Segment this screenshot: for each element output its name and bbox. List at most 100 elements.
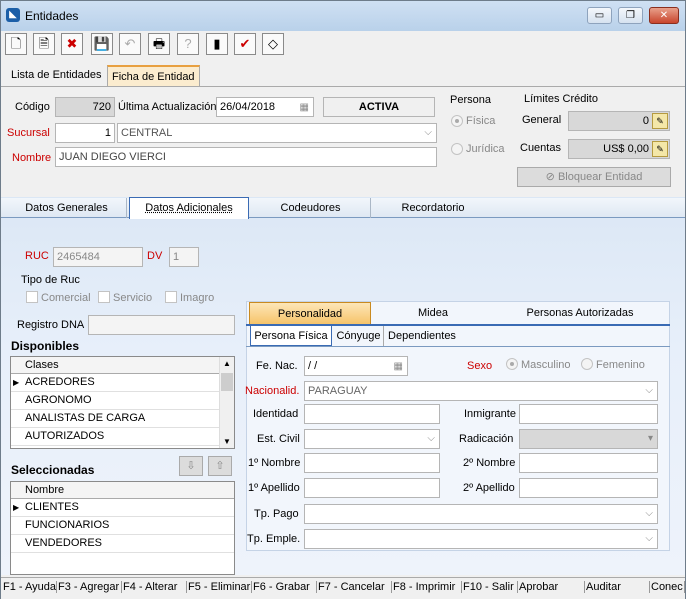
fkey-button[interactable]: F5 - Eliminar — [188, 581, 252, 593]
calendar-icon[interactable]: ▦ — [394, 358, 403, 375]
edit-cuentas-icon[interactable]: ✎ — [652, 141, 668, 157]
tab-recordatorio[interactable]: Recordatorio — [373, 198, 493, 218]
fkey-button[interactable]: F8 - Imprimir — [393, 581, 462, 593]
list-item[interactable]: ANALISTAS DE CARGA — [11, 410, 219, 428]
fkey-button[interactable]: F1 - Ayuda — [3, 581, 57, 593]
open-doc-icon[interactable]: 🗎 — [33, 33, 55, 55]
est-civil-select[interactable]: ⌵ — [304, 429, 440, 449]
list-item[interactable]: CLIENTES ▶ — [11, 499, 234, 517]
servicio-checkbox[interactable] — [98, 291, 110, 303]
window-title: Entidades — [25, 9, 79, 23]
dv-field[interactable]: 1 — [169, 247, 199, 267]
nombre2-field[interactable] — [519, 453, 658, 473]
fkey-button[interactable]: Aprobar — [519, 581, 585, 593]
tab-midea[interactable]: Midea — [373, 302, 493, 324]
apellido1-field[interactable] — [304, 478, 440, 498]
list-item[interactable]: AGRONOMO — [11, 392, 219, 410]
tab-conyuge[interactable]: Cónyuge — [334, 326, 384, 346]
nombre1-label: 1º Nombre — [248, 457, 301, 469]
fkey-button[interactable]: F4 - Alterar — [123, 581, 187, 593]
close-button[interactable]: ✕ — [649, 7, 679, 24]
remove-class-icon[interactable]: ⇩ — [179, 456, 203, 476]
fkey-button[interactable]: F3 - Agregar — [58, 581, 122, 593]
undo-icon[interactable]: ↶ — [119, 33, 141, 55]
fkey-button[interactable]: F6 - Grabar — [253, 581, 317, 593]
tab-codeudores[interactable]: Codeudores — [251, 198, 371, 218]
cuentas-field[interactable]: US$ 0,00 ✎ — [568, 139, 670, 159]
inmigrante-field[interactable] — [519, 404, 658, 424]
bloquear-entidad-button[interactable]: ⊘ Bloquear Entidad — [517, 167, 671, 187]
exit-icon[interactable]: ▮ — [206, 33, 228, 55]
check-icon[interactable]: ✔ — [234, 33, 256, 55]
scroll-up-icon[interactable]: ▲ — [223, 359, 231, 368]
juridica-label: Jurídica — [466, 143, 505, 155]
list-item-label: VENDEDORES — [25, 537, 103, 549]
grid-header-nombre[interactable]: Nombre — [11, 482, 234, 499]
nacionalidad-label: Nacionalid. — [245, 385, 300, 397]
add-class-icon[interactable]: ⇧ — [208, 456, 232, 476]
fe-nac-field[interactable]: / / ▦ — [304, 356, 408, 376]
tab-personalidad[interactable]: Personalidad — [249, 302, 371, 324]
limites-credito-label: Límites Crédito — [524, 93, 598, 105]
list-item[interactable]: ACREDORES ▶ — [11, 374, 219, 392]
nombre-field[interactable]: JUAN DIEGO VIERCI — [55, 147, 437, 167]
delete-doc-icon[interactable]: ✖ — [61, 33, 83, 55]
seleccionadas-grid: Nombre CLIENTES ▶ FUNCIONARIOS VENDEDORES — [10, 481, 235, 575]
sucursal-select[interactable]: CENTRAL ⌵ — [117, 123, 437, 143]
tipo-ruc-label: Tipo de Ruc — [21, 274, 80, 286]
masculino-label: Masculino — [521, 359, 571, 371]
scroll-down-icon[interactable]: ▼ — [223, 437, 231, 446]
tab-datos-generales[interactable]: Datos Generales — [7, 198, 127, 218]
nombre-label: Nombre — [12, 152, 52, 164]
ultima-actualizacion-field[interactable]: 26/04/2018 ▦ — [216, 97, 314, 117]
tab-personas-autorizadas[interactable]: Personas Autorizadas — [495, 302, 665, 324]
print-icon[interactable]: 🖶 — [148, 33, 170, 55]
sucursal-code-field[interactable]: 1 — [55, 123, 115, 143]
fkey-button[interactable]: F10 - Salir — [463, 581, 518, 593]
nacionalidad-select[interactable]: PARAGUAY ⌵ — [304, 381, 658, 401]
codigo-field[interactable]: 720 — [55, 97, 115, 117]
apellido2-field[interactable] — [519, 478, 658, 498]
maximize-button[interactable]: ❐ — [618, 7, 643, 24]
new-doc-icon[interactable]: 🗋 — [5, 33, 27, 55]
registro-dna-field[interactable] — [88, 315, 235, 335]
femenino-radio[interactable] — [581, 358, 593, 370]
edit-general-icon[interactable]: ✎ — [652, 113, 668, 129]
tab-lista-entidades[interactable]: Lista de Entidades — [7, 65, 106, 86]
imagro-checkbox[interactable] — [165, 291, 177, 303]
tab-dependientes[interactable]: Dependientes — [386, 326, 458, 346]
ruc-field[interactable]: 2465484 — [53, 247, 143, 267]
tp-emple-select[interactable]: ⌵ — [304, 529, 658, 549]
fkey-button[interactable]: F7 - Cancelar — [318, 581, 392, 593]
registro-dna-label: Registro DNA — [17, 319, 85, 331]
tab-datos-adicionales[interactable]: Datos Adicionales — [129, 197, 249, 219]
identidad-field[interactable] — [304, 404, 440, 424]
help-icon[interactable]: ? — [177, 33, 199, 55]
calendar-icon[interactable]: ▦ — [300, 99, 309, 116]
grid-header-clases[interactable]: Clases — [11, 357, 219, 374]
fisica-radio[interactable] — [451, 115, 463, 127]
masculino-radio[interactable] — [506, 358, 518, 370]
scroll-thumb[interactable] — [221, 373, 233, 391]
list-item[interactable]: FUNCIONARIOS — [11, 517, 234, 535]
juridica-radio[interactable] — [451, 143, 463, 155]
fkey-button[interactable]: Conec — [651, 581, 685, 593]
radicacion-select[interactable]: ▾ — [519, 429, 658, 449]
radicacion-label: Radicación — [459, 433, 514, 445]
bloquear-entidad-label: Bloquear Entidad — [557, 171, 643, 183]
disponibles-scrollbar[interactable]: ▲ ▼ — [219, 357, 234, 448]
personalidad-tabs: Personalidad Midea Personas Autorizadas — [249, 302, 669, 324]
list-item[interactable]: VENDEDORES — [11, 535, 234, 553]
tab-ficha-entidad[interactable]: Ficha de Entidad — [107, 65, 200, 86]
identidad-label: Identidad — [253, 408, 299, 420]
fkey-button[interactable]: Auditar — [586, 581, 650, 593]
list-item[interactable]: AUTORIZADOS — [11, 428, 219, 446]
comercial-checkbox[interactable] — [26, 291, 38, 303]
tab-persona-fisica[interactable]: Persona Física — [250, 326, 332, 346]
minimize-button[interactable]: ▭ — [587, 7, 612, 24]
nombre1-field[interactable] — [304, 453, 440, 473]
general-field[interactable]: 0 ✎ — [568, 111, 670, 131]
eraser-icon[interactable]: ◇ — [262, 33, 284, 55]
save-icon[interactable]: 💾 — [91, 33, 113, 55]
tp-pago-select[interactable]: ⌵ — [304, 504, 658, 524]
